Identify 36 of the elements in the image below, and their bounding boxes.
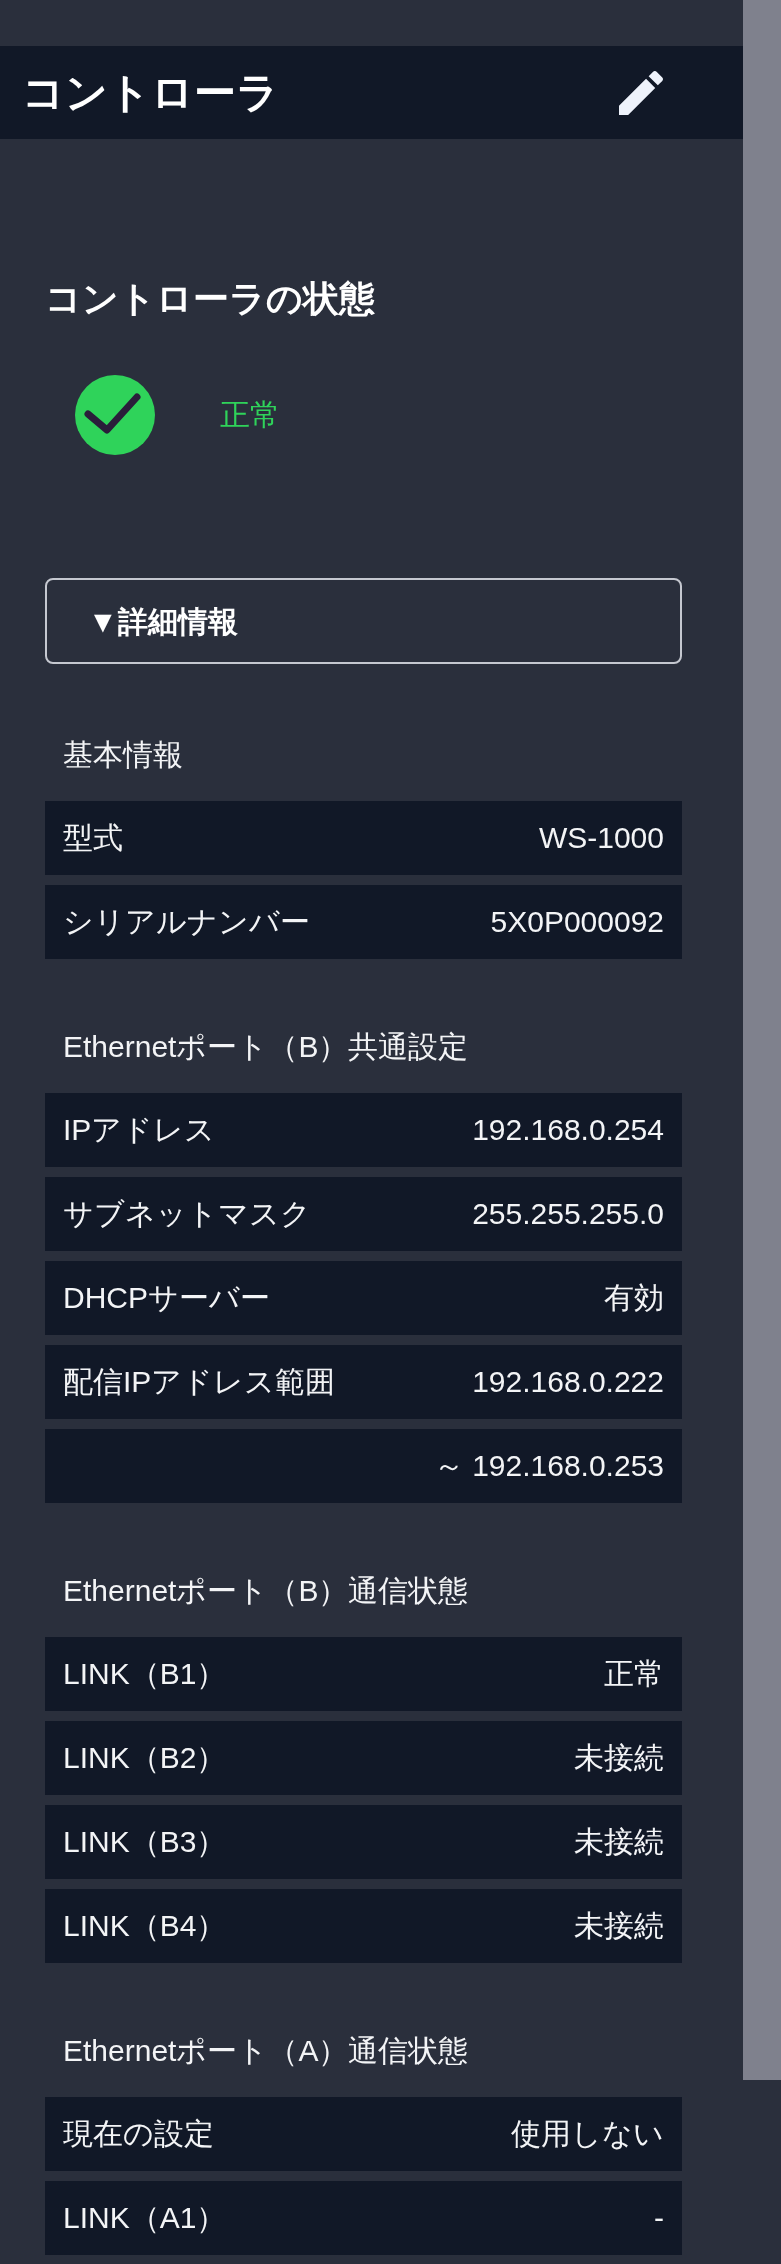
row-label: LINK（B2）: [63, 1740, 227, 1776]
row-value: 未接続: [574, 1824, 664, 1860]
row-value: -: [654, 2200, 664, 2236]
row-label: LINK（B3）: [63, 1824, 227, 1860]
row-value: 使用しない: [511, 2116, 664, 2152]
row-label: IPアドレス: [63, 1112, 216, 1148]
row-value: 未接続: [574, 1740, 664, 1776]
pencil-icon: [619, 70, 663, 115]
row-value: 有効: [604, 1280, 664, 1316]
row-label: LINK（B4）: [63, 1908, 227, 1944]
section-heading: Ethernetポート（B）通信状態: [62, 1573, 470, 1609]
page-title: コントローラ: [22, 67, 279, 118]
status-heading: コントローラの状態: [45, 279, 376, 319]
section-heading: Ethernetポート（B）共通設定: [62, 1029, 470, 1065]
row-value: 未接続: [574, 1908, 664, 1944]
row-value: 255.255.255.0: [472, 1196, 664, 1232]
scrollbar-thumb[interactable]: [743, 0, 781, 2080]
row-value: ～ 192.168.0.253: [433, 1448, 664, 1484]
row-value: WS-1000: [538, 820, 664, 856]
details-toggle[interactable]: ▼詳細情報: [45, 578, 682, 664]
row-label: 配信IPアドレス範囲: [63, 1364, 336, 1400]
row-value: 192.168.0.222: [472, 1364, 664, 1400]
row-value: 5X0P000092: [490, 904, 664, 940]
row-label: 型式: [63, 820, 123, 856]
row-label: LINK（B1）: [63, 1656, 227, 1692]
section-heading: Ethernetポート（A）通信状態: [62, 2033, 470, 2069]
row-label: LINK（A1）: [63, 2200, 227, 2236]
section-heading: 基本情報: [62, 737, 184, 773]
row-label: サブネットマスク: [63, 1196, 311, 1232]
row-label: DHCPサーバー: [63, 1280, 270, 1316]
edit-button[interactable]: [617, 68, 665, 117]
row-label: 現在の設定: [63, 2116, 214, 2152]
row-value: 192.168.0.254: [472, 1112, 664, 1148]
row-label: シリアルナンバー: [63, 904, 310, 940]
status-text: 正常: [220, 397, 280, 433]
row-value: 正常: [604, 1656, 664, 1692]
